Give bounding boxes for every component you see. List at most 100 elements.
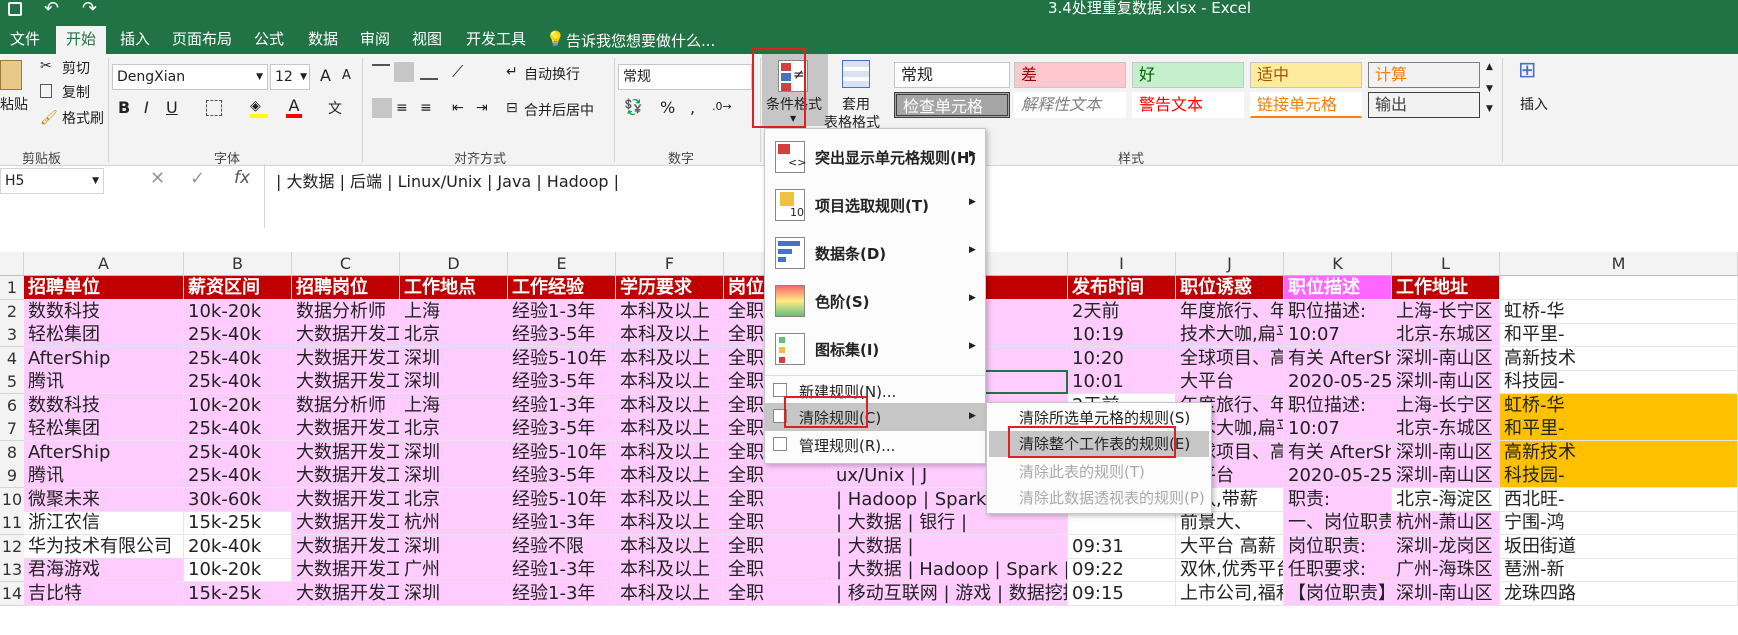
bold-button[interactable]: B: [118, 98, 130, 117]
cell-E4[interactable]: 经验5-10年: [508, 346, 616, 371]
cell-K10[interactable]: 职责:: [1284, 487, 1392, 512]
cell-L6[interactable]: 上海-长宁区: [1392, 393, 1500, 418]
cell-A1[interactable]: 招聘单位: [24, 276, 184, 300]
redo-icon[interactable]: ↷: [82, 0, 97, 19]
cell-C9[interactable]: 大数据开发工: [292, 464, 400, 488]
align-left-icon[interactable]: [372, 98, 392, 118]
select-all-corner[interactable]: [0, 252, 24, 276]
tab-review[interactable]: 审阅: [350, 26, 400, 54]
cell-J2[interactable]: 年度旅行、年: [1176, 299, 1284, 324]
cell-I5[interactable]: 10:01: [1068, 370, 1176, 394]
font-color-icon[interactable]: A: [286, 96, 302, 118]
cell-L4[interactable]: 深圳-南山区: [1392, 346, 1500, 371]
tab-home[interactable]: 开始: [56, 26, 107, 54]
cell-H12[interactable]: | 大数据 |: [832, 534, 1068, 559]
column-header-K[interactable]: K: [1284, 252, 1392, 276]
cell-A7[interactable]: 轻松集团: [24, 417, 184, 441]
cell-F2[interactable]: 本科及以上: [616, 299, 724, 324]
cell-F4[interactable]: 本科及以上: [616, 346, 724, 371]
cell-G10[interactable]: 全职: [724, 487, 832, 512]
cell-A5[interactable]: 腾讯: [24, 370, 184, 394]
tab-data[interactable]: 数据: [298, 26, 348, 54]
cell-B10[interactable]: 30k-60k: [184, 487, 292, 512]
cell-D12[interactable]: 深圳: [400, 534, 508, 559]
cell-C7[interactable]: 大数据开发工: [292, 417, 400, 441]
cell-G11[interactable]: 全职: [724, 511, 832, 535]
menu-item-highlight-rules[interactable]: <> 突出显示单元格规则(H) ▶: [765, 135, 985, 179]
cell-B14[interactable]: 15k-25k: [184, 581, 292, 606]
style-check-cell[interactable]: 检查单元格: [894, 92, 1010, 118]
cell-C4[interactable]: 大数据开发工: [292, 346, 400, 371]
name-box[interactable]: H5 ▼: [0, 168, 104, 194]
cell-H13[interactable]: | 大数据 | Hadoop | Spark | 数: [832, 558, 1068, 582]
tab-view[interactable]: 视图: [402, 26, 452, 54]
cell-B3[interactable]: 25k-40k: [184, 323, 292, 347]
cell-K4[interactable]: 有关 AfterShi: [1284, 346, 1392, 371]
row-header-12[interactable]: 12: [0, 534, 24, 559]
cell-L9[interactable]: 深圳-南山区: [1392, 464, 1500, 488]
cell-A13[interactable]: 君海游戏: [24, 558, 184, 582]
cell-L10[interactable]: 北京-海淀区: [1392, 487, 1500, 512]
cell-K8[interactable]: 有关 AfterShi: [1284, 440, 1392, 465]
increase-indent-icon[interactable]: ⇥: [476, 100, 488, 116]
copy-button[interactable]: 复制: [62, 82, 90, 102]
cell-F9[interactable]: 本科及以上: [616, 464, 724, 488]
cell-D5[interactable]: 深圳: [400, 370, 508, 394]
cell-K12[interactable]: 岗位职责:: [1284, 534, 1392, 559]
cell-M12[interactable]: 坂田街道: [1500, 534, 1738, 559]
cell-D8[interactable]: 深圳: [400, 440, 508, 465]
row-header-6[interactable]: 6: [0, 393, 24, 418]
style-neutral[interactable]: 适中: [1250, 62, 1362, 88]
font-name-select[interactable]: DengXian ▼: [112, 64, 268, 90]
font-size-select[interactable]: 12 ▼: [270, 64, 310, 90]
comma-button[interactable]: ,: [690, 98, 695, 117]
row-header-4[interactable]: 4: [0, 346, 24, 371]
cell-G14[interactable]: 全职: [724, 581, 832, 606]
cell-I1[interactable]: 发布时间: [1068, 276, 1176, 300]
cell-L12[interactable]: 深圳-龙岗区: [1392, 534, 1500, 559]
column-header-A[interactable]: A: [24, 252, 184, 276]
cell-M13[interactable]: 琶洲-新: [1500, 558, 1738, 582]
paste-button[interactable]: 粘贴: [0, 94, 28, 114]
row-header-13[interactable]: 13: [0, 558, 24, 582]
cell-I2[interactable]: 2天前: [1068, 299, 1176, 324]
cell-M1[interactable]: [1500, 276, 1738, 300]
column-header-F[interactable]: F: [616, 252, 724, 276]
tab-insert[interactable]: 插入: [110, 26, 160, 54]
row-header-9[interactable]: 9: [0, 464, 24, 488]
cell-M4[interactable]: 高新技术: [1500, 346, 1738, 371]
cell-A6[interactable]: 数数科技: [24, 393, 184, 418]
cell-M9[interactable]: 科技园-: [1500, 464, 1738, 488]
cell-B7[interactable]: 25k-40k: [184, 417, 292, 441]
insert-cells-button[interactable]: 插入: [1520, 94, 1548, 114]
cell-I11[interactable]: [1068, 511, 1176, 535]
cell-J12[interactable]: 大平台 高薪: [1176, 534, 1284, 559]
menu-item-icon-sets[interactable]: 图标集(I) ▶: [765, 327, 985, 371]
cell-J4[interactable]: 全球项目、高: [1176, 346, 1284, 371]
styles-scroll-up-icon[interactable]: ▲: [1486, 62, 1493, 72]
menu-item-color-scales[interactable]: 色阶(S) ▶: [765, 279, 985, 323]
cell-D14[interactable]: 深圳: [400, 581, 508, 606]
menu-item-manage-rules[interactable]: 管理规则(R)...: [765, 433, 985, 457]
cell-J13[interactable]: 双休,优秀平台: [1176, 558, 1284, 582]
cell-K7[interactable]: 10:07: [1284, 417, 1392, 441]
formula-input[interactable]: | 大数据 | 后端 | Linux/Unix | Java | Hadoop …: [276, 168, 619, 192]
cell-M3[interactable]: 和平里-: [1500, 323, 1738, 347]
cell-J3[interactable]: 技术大咖,扁平: [1176, 323, 1284, 347]
cell-C12[interactable]: 大数据开发工: [292, 534, 400, 559]
cell-F8[interactable]: 本科及以上: [616, 440, 724, 465]
align-center-icon[interactable]: ≡: [396, 100, 408, 116]
fill-color-icon[interactable]: ◈: [250, 98, 268, 118]
cell-F7[interactable]: 本科及以上: [616, 417, 724, 441]
cell-L5[interactable]: 深圳-南山区: [1392, 370, 1500, 394]
cell-B5[interactable]: 25k-40k: [184, 370, 292, 394]
style-calculation[interactable]: 计算: [1368, 62, 1480, 88]
cell-M10[interactable]: 西北旺-: [1500, 487, 1738, 512]
cancel-icon[interactable]: ✕: [150, 168, 165, 189]
wrap-text-button[interactable]: 自动换行: [524, 64, 580, 84]
border-icon[interactable]: [206, 100, 222, 116]
cell-M2[interactable]: 虹桥-华: [1500, 299, 1738, 324]
cell-E8[interactable]: 经验5-10年: [508, 440, 616, 465]
cell-K1[interactable]: 职位描述: [1284, 276, 1392, 300]
cell-F6[interactable]: 本科及以上: [616, 393, 724, 418]
